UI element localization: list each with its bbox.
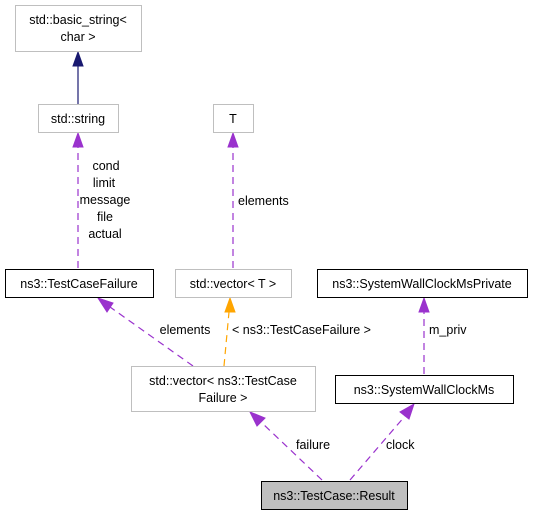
edge-label-limit: limit [93,176,116,190]
edge-vectortcf-uses-testcasefailure: elements [96,297,211,367]
node-test-case-failure[interactable]: ns3::TestCaseFailure [5,269,154,298]
collaboration-diagram: cond limit message file actual elements … [5,5,528,510]
node-label: Failure > [199,391,248,405]
template-arrowhead [224,296,236,313]
usage-arrowhead [399,402,415,420]
edge-label-actual: actual [88,227,121,241]
node-vector-t[interactable]: std::vector< T > [175,269,292,298]
edge-label-cond: cond [92,159,119,173]
node-t[interactable]: T [213,104,254,133]
edge-label-elements: elements [238,194,289,208]
edge-label-message: message [80,193,131,207]
inheritance-arrowhead [72,50,84,67]
usage-arrowhead [72,131,84,148]
usage-arrowhead [227,131,239,148]
edge-label-elements: elements [160,323,211,337]
node-label: ns3::SystemWallClockMsPrivate [332,277,511,291]
edge-vectort-uses-t: elements [227,131,289,268]
node-std-string[interactable]: std::string [38,104,119,133]
node-label: ns3::TestCaseFailure [20,277,137,291]
node-label: std::string [51,112,105,126]
edge-label-clock: clock [386,438,415,452]
node-label: ns3::SystemWallClockMs [354,383,495,397]
edge-result-uses-wallclock: clock [349,402,415,481]
node-label: T [229,112,237,126]
node-vector-test-case-failure[interactable]: std::vector< ns3::TestCase Failure > [131,366,316,412]
edge-label-file: file [97,210,113,224]
edge-result-uses-vectortcf: failure [248,411,330,481]
edge-wallclock-uses-private: m_priv [418,296,467,374]
edge-testcasefailure-uses-string: cond limit message file actual [72,131,131,268]
node-label: std::vector< ns3::TestCase [149,374,297,388]
node-label: ns3::TestCase::Result [273,489,395,503]
edge-vectortcf-instantiates-vectort: < ns3::TestCaseFailure > [223,296,371,367]
edge-label-template-args: < ns3::TestCaseFailure > [232,323,371,337]
edge-label-failure: failure [296,438,330,452]
node-label: std::vector< T > [190,277,276,291]
node-basic-string[interactable]: std::basic_string< char > [15,5,142,52]
edge-string-inherits-basic-string [72,50,84,104]
edge-label-m-priv: m_priv [429,323,467,337]
usage-arrowhead [418,296,430,313]
node-label: std::basic_string< [29,13,127,27]
usage-arrowhead [248,411,266,427]
node-test-case-result: ns3::TestCase::Result [261,481,408,510]
node-system-wall-clock-ms-private[interactable]: ns3::SystemWallClockMsPrivate [317,269,528,298]
usage-arrowhead [96,297,114,313]
node-system-wall-clock-ms[interactable]: ns3::SystemWallClockMs [335,375,514,404]
node-label: char > [60,30,95,44]
